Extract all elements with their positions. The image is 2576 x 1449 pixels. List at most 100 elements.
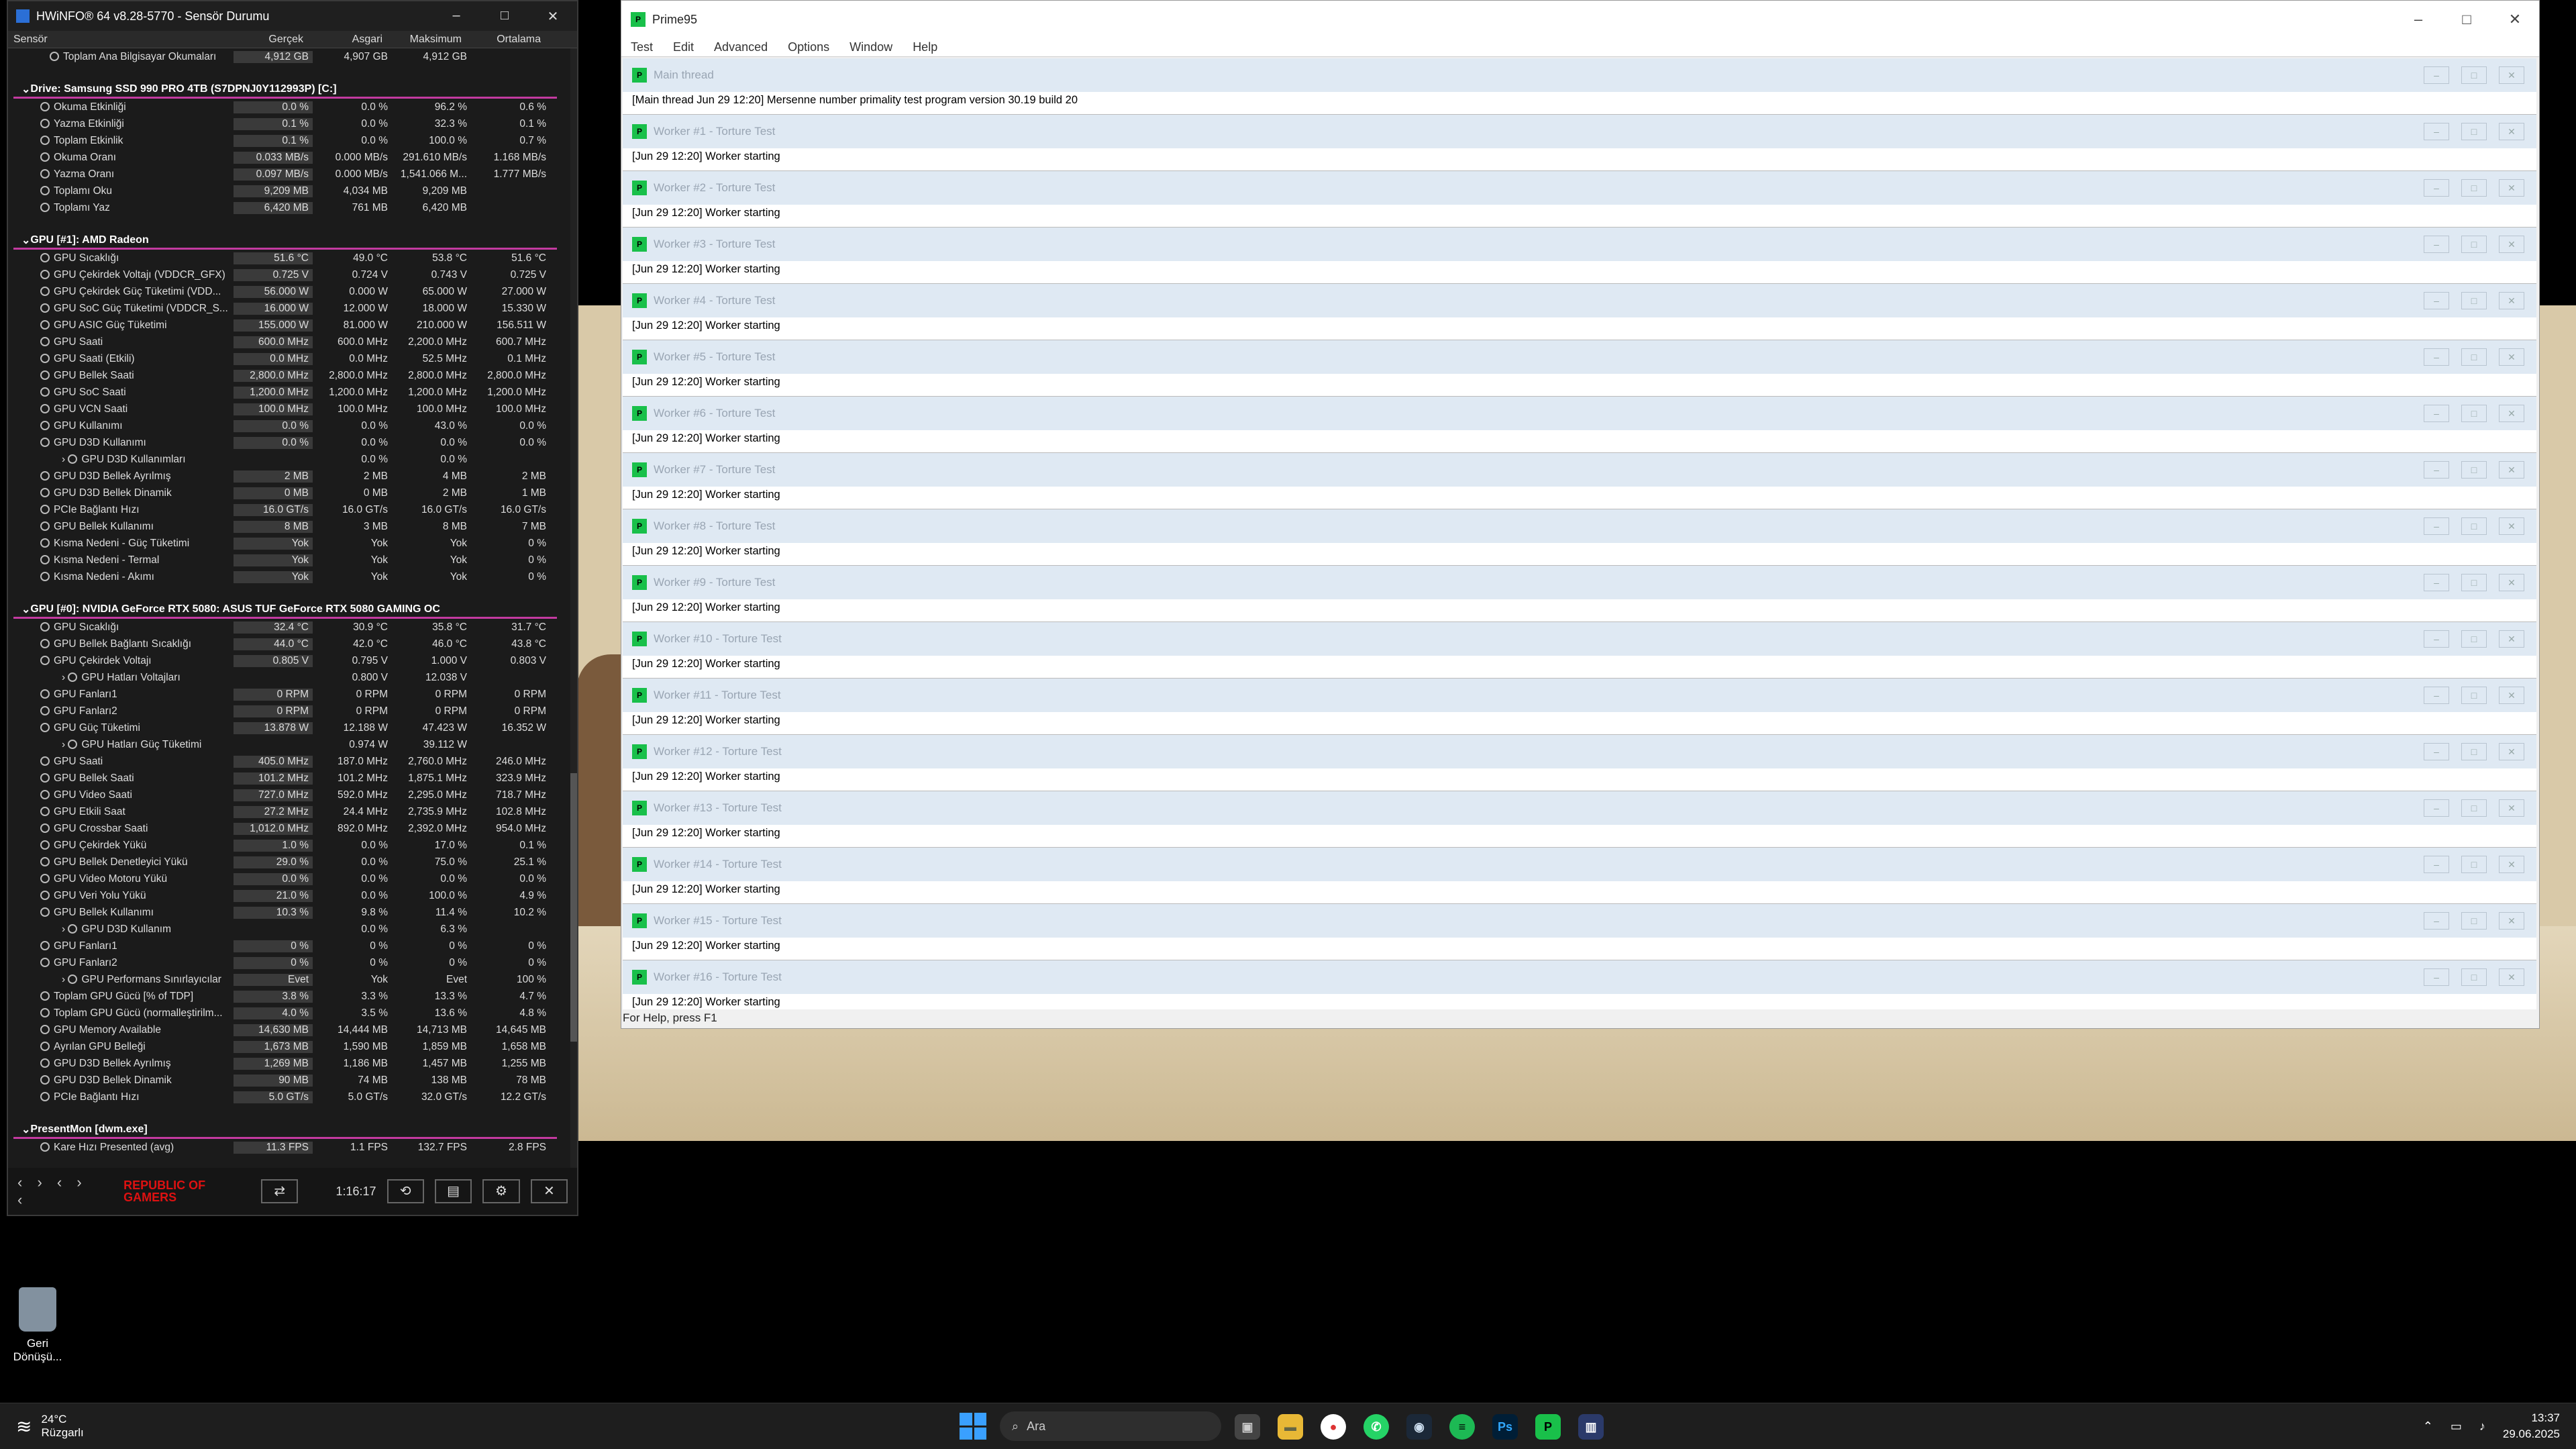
child-titlebar[interactable]: P Worker #4 - Torture Test – □ ✕: [623, 284, 2536, 317]
volume-icon[interactable]: ♪: [2479, 1419, 2485, 1434]
child-minimize-button[interactable]: –: [2424, 123, 2449, 140]
child-minimize-button[interactable]: –: [2424, 799, 2449, 817]
sensor-row[interactable]: GPU Bellek Saati 101.2 MHz 101.2 MHz 1,875.…: [13, 770, 557, 787]
child-maximize-button[interactable]: □: [2461, 912, 2487, 930]
sensor-group-header[interactable]: ⌄ GPU [#1]: AMD Radeon: [13, 233, 557, 250]
child-titlebar[interactable]: P Worker #14 - Torture Test – □ ✕: [623, 848, 2536, 881]
file-explorer-icon[interactable]: ▬: [1278, 1414, 1303, 1440]
child-minimize-button[interactable]: –: [2424, 348, 2449, 366]
child-maximize-button[interactable]: □: [2461, 517, 2487, 535]
child-titlebar[interactable]: P Worker #7 - Torture Test – □ ✕: [623, 453, 2536, 487]
sensor-row[interactable]: GPU Fanları1 0 % 0 % 0 % 0 %: [13, 938, 557, 954]
child-minimize-button[interactable]: –: [2424, 292, 2449, 309]
sensor-row[interactable]: GPU Çekirdek Güç Tüketimi (VDD... 56.000 …: [13, 283, 557, 300]
menu-edit[interactable]: Edit: [673, 40, 694, 54]
sensor-row[interactable]: GPU Sıcaklığı 32.4 °C 30.9 °C 35.8 °C 31.7 °…: [13, 619, 557, 636]
child-titlebar[interactable]: P Main thread – □ ✕: [623, 58, 2536, 92]
prime95-taskbar-icon[interactable]: P: [1535, 1414, 1561, 1440]
child-close-button[interactable]: ✕: [2499, 912, 2524, 930]
sensor-row[interactable]: GPU Sıcaklığı 51.6 °C 49.0 °C 53.8 °C 51.6 °…: [13, 250, 557, 266]
exit-icon[interactable]: ✕: [530, 1179, 568, 1203]
task-view-icon[interactable]: ▣: [1235, 1414, 1260, 1440]
worker-window[interactable]: P Worker #4 - Torture Test – □ ✕ [Jun 29 12:2…: [623, 284, 2536, 340]
column-header-avg[interactable]: Ortalama: [466, 34, 545, 46]
sensor-row[interactable]: Toplamı Oku 9,209 MB 4,034 MB 9,209 MB: [13, 183, 557, 199]
child-close-button[interactable]: ✕: [2499, 461, 2524, 479]
child-close-button[interactable]: ✕: [2499, 179, 2524, 197]
child-maximize-button[interactable]: □: [2461, 348, 2487, 366]
sensor-row[interactable]: GPU D3D Bellek Dinamik 0 MB 0 MB 2 MB 1 MB: [13, 485, 557, 501]
sensor-row[interactable]: › GPU Performans Sınırlayıcılar Evet Yok Ev…: [13, 971, 557, 988]
child-maximize-button[interactable]: □: [2461, 236, 2487, 253]
child-close-button[interactable]: ✕: [2499, 799, 2524, 817]
child-maximize-button[interactable]: □: [2461, 66, 2487, 84]
spotify-icon[interactable]: ≡: [1449, 1414, 1475, 1440]
hwinfo-titlebar[interactable]: HWiNFO® 64 v8.28-5770 - Sensör Durumu – …: [8, 1, 577, 31]
hwinfo-taskbar-icon[interactable]: ▥: [1578, 1414, 1604, 1440]
sensor-row[interactable]: GPU Çekirdek Yükü 1.0 % 0.0 % 17.0 % 0.1 %: [13, 837, 557, 854]
sensor-group-header[interactable]: ⌄ PresentMon [dwm.exe]: [13, 1122, 557, 1139]
minimize-button[interactable]: –: [432, 8, 480, 25]
child-close-button[interactable]: ✕: [2499, 687, 2524, 704]
sensor-row[interactable]: GPU Memory Available 14,630 MB 14,444 MB 14…: [13, 1021, 557, 1038]
column-header-max[interactable]: Maksimum: [387, 34, 466, 46]
sensor-row[interactable]: GPU Bellek Saati 2,800.0 MHz 2,800.0 MHz 2,…: [13, 367, 557, 384]
child-close-button[interactable]: ✕: [2499, 66, 2524, 84]
child-minimize-button[interactable]: –: [2424, 856, 2449, 873]
worker-window[interactable]: P Worker #16 - Torture Test – □ ✕ [Jun 29 12:…: [623, 960, 2536, 1017]
worker-window[interactable]: P Worker #11 - Torture Test – □ ✕ [Jun 29 12:…: [623, 679, 2536, 735]
network-icon[interactable]: ⇄: [261, 1179, 299, 1203]
worker-window[interactable]: P Worker #1 - Torture Test – □ ✕ [Jun 29 12:2…: [623, 115, 2536, 171]
child-close-button[interactable]: ✕: [2499, 630, 2524, 648]
child-close-button[interactable]: ✕: [2499, 856, 2524, 873]
child-titlebar[interactable]: P Worker #5 - Torture Test – □ ✕: [623, 340, 2536, 374]
menu-window[interactable]: Window: [849, 40, 892, 54]
child-close-button[interactable]: ✕: [2499, 743, 2524, 760]
worker-window[interactable]: P Worker #12 - Torture Test – □ ✕ [Jun 29 12:…: [623, 735, 2536, 791]
child-close-button[interactable]: ✕: [2499, 405, 2524, 422]
recycle-bin[interactable]: Geri Dönüşü...: [9, 1287, 66, 1364]
child-titlebar[interactable]: P Worker #3 - Torture Test – □ ✕: [623, 228, 2536, 261]
worker-window[interactable]: P Worker #15 - Torture Test – □ ✕ [Jun 29 12:…: [623, 904, 2536, 960]
steam-icon[interactable]: ◉: [1406, 1414, 1432, 1440]
sensor-row[interactable]: GPU Bellek Kullanımı 10.3 % 9.8 % 11.4 % 10.…: [13, 904, 557, 921]
sensor-row[interactable]: GPU VCN Saati 100.0 MHz 100.0 MHz 100.0 MHz…: [13, 401, 557, 417]
sensor-row[interactable]: GPU Video Motoru Yükü 0.0 % 0.0 % 0.0 % 0.0 …: [13, 870, 557, 887]
child-titlebar[interactable]: P Worker #15 - Torture Test – □ ✕: [623, 904, 2536, 938]
child-close-button[interactable]: ✕: [2499, 236, 2524, 253]
sensor-row[interactable]: GPU SoC Güç Tüketimi (VDDCR_S... 16.000 W…: [13, 300, 557, 317]
start-button[interactable]: [960, 1413, 986, 1440]
hwinfo-window[interactable]: HWiNFO® 64 v8.28-5770 - Sensör Durumu – …: [7, 0, 578, 1216]
sensor-row[interactable]: Okuma Oranı 0.033 MB/s 0.000 MB/s 291.610 M…: [13, 149, 557, 166]
sensor-row[interactable]: GPU SoC Saati 1,200.0 MHz 1,200.0 MHz 1,200…: [13, 384, 557, 401]
sensor-row[interactable]: GPU Bellek Kullanımı 8 MB 3 MB 8 MB 7 MB: [13, 518, 557, 535]
sensor-row[interactable]: › GPU D3D Kullanım 0.0 % 6.3 %: [13, 921, 557, 938]
column-header-sensor[interactable]: Sensör: [8, 34, 228, 46]
child-close-button[interactable]: ✕: [2499, 574, 2524, 591]
sensor-row[interactable]: PCIe Bağlantı Hızı 5.0 GT/s 5.0 GT/s 32.0 G…: [13, 1089, 557, 1105]
reset-icon[interactable]: ⟲: [387, 1179, 424, 1203]
child-titlebar[interactable]: P Worker #9 - Torture Test – □ ✕: [623, 566, 2536, 599]
child-minimize-button[interactable]: –: [2424, 517, 2449, 535]
weather-widget[interactable]: ≋ 24°C Rüzgarlı: [16, 1413, 84, 1440]
worker-window[interactable]: P Worker #3 - Torture Test – □ ✕ [Jun 29 12:2…: [623, 228, 2536, 284]
child-maximize-button[interactable]: □: [2461, 743, 2487, 760]
child-maximize-button[interactable]: □: [2461, 461, 2487, 479]
child-titlebar[interactable]: P Worker #2 - Torture Test – □ ✕: [623, 171, 2536, 205]
child-close-button[interactable]: ✕: [2499, 123, 2524, 140]
child-maximize-button[interactable]: □: [2461, 123, 2487, 140]
child-titlebar[interactable]: P Worker #13 - Torture Test – □ ✕: [623, 791, 2536, 825]
sensor-row[interactable]: Toplam Ana Bilgisayar Okumaları 4,912 GB 4…: [13, 48, 557, 65]
scrollbar-thumb[interactable]: [570, 773, 577, 1042]
child-close-button[interactable]: ✕: [2499, 968, 2524, 986]
child-minimize-button[interactable]: –: [2424, 574, 2449, 591]
child-titlebar[interactable]: P Worker #10 - Torture Test – □ ✕: [623, 622, 2536, 656]
child-maximize-button[interactable]: □: [2461, 856, 2487, 873]
sensor-scrollbar[interactable]: [570, 48, 577, 1169]
sensor-row[interactable]: Ayrılan GPU Belleği 1,673 MB 1,590 MB 1,859…: [13, 1038, 557, 1055]
tray-overflow-icon[interactable]: ⌃: [2423, 1419, 2433, 1434]
child-maximize-button[interactable]: □: [2461, 405, 2487, 422]
child-minimize-button[interactable]: –: [2424, 236, 2449, 253]
sensor-row[interactable]: GPU Crossbar Saati 1,012.0 MHz 892.0 MHz 2,…: [13, 820, 557, 837]
worker-window[interactable]: P Worker #2 - Torture Test – □ ✕ [Jun 29 12:2…: [623, 171, 2536, 228]
